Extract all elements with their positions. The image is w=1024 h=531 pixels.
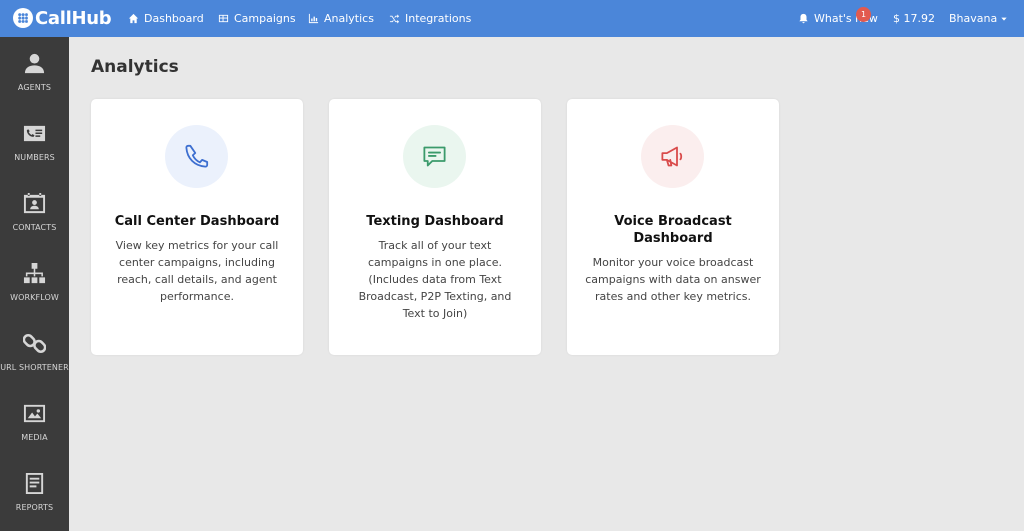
document-icon [25,472,44,495]
link-icon [23,334,46,353]
message-icon-circle [403,125,466,188]
sidebar-label-media: MEDIA [21,433,48,442]
texting-dashboard-card[interactable]: Texting Dashboard Track all of your text… [329,99,541,355]
nav-integrations-label: Integrations [405,12,472,25]
sidebar-item-numbers[interactable]: NUMBERS [0,107,69,177]
grid-icon [218,14,229,23]
sidebar-item-media[interactable]: MEDIA [0,387,69,457]
chart-icon [308,13,319,24]
user-menu[interactable]: Bhavana [949,12,1008,25]
nav-campaigns[interactable]: Campaigns [218,12,296,25]
voice-broadcast-dashboard-card[interactable]: Voice Broadcast Dashboard Monitor your v… [567,99,779,355]
callhub-logo[interactable]: CallHub [13,6,112,30]
sidebar-label-numbers: NUMBERS [14,153,55,162]
user-name: Bhavana [949,12,998,25]
notification-badge: 1 [856,7,871,22]
nav-dashboard[interactable]: Dashboard [128,12,204,25]
phone-card-icon [23,125,46,142]
call-center-dashboard-card[interactable]: Call Center Dashboard View key metrics f… [91,99,303,355]
sidebar-label-contacts: CONTACTS [12,223,57,232]
card-description: Monitor your voice broadcast campaigns w… [585,256,761,303]
card-description: Track all of your text campaigns in one … [358,239,512,320]
agent-icon [24,53,45,74]
sidebar-item-workflow[interactable]: WORKFLOW [0,247,69,317]
megaphone-icon-circle [641,125,704,188]
card-title: Texting Dashboard [366,214,504,229]
nav-analytics-label: Analytics [324,12,374,25]
image-icon [23,404,46,423]
sidebar: AGENTS NUMBERS CONTACTS WORKFLOW URL SHO… [0,37,69,531]
caret-down-icon [1001,17,1007,21]
nav-campaigns-label: Campaigns [234,12,296,25]
message-icon [423,146,446,167]
page-title: Analytics [91,57,179,77]
account-balance: $ 17.92 [893,12,935,25]
sidebar-item-contacts[interactable]: CONTACTS [0,177,69,247]
sidebar-label-workflow: WORKFLOW [10,293,59,302]
card-title: Voice Broadcast Dashboard [614,214,732,246]
sidebar-item-agents[interactable]: AGENTS [0,37,69,107]
home-icon [128,13,139,24]
nav-dashboard-label: Dashboard [144,12,204,25]
shuffle-icon [389,14,400,24]
nav-analytics[interactable]: Analytics [308,12,374,25]
phone-icon-circle [165,125,228,188]
sidebar-label-agents: AGENTS [17,83,52,92]
card-description: View key metrics for your call center ca… [115,239,279,303]
sitemap-icon [23,262,46,284]
megaphone-icon [661,146,683,167]
sidebar-item-reports[interactable]: REPORTS [0,457,69,527]
card-title: Call Center Dashboard [114,214,280,229]
nav-integrations[interactable]: Integrations [389,12,471,25]
sidebar-item-url-shortener[interactable]: URL SHORTENER [0,317,69,387]
sidebar-label-url-shortener: URL SHORTENER [0,363,69,372]
phone-icon [185,144,209,168]
logo-text: CallHub [35,7,112,29]
logo-icon [13,8,33,28]
bell-icon [799,13,808,24]
contact-card-icon [23,192,46,214]
top-navbar: CallHub Dashboard Campaigns Analytics In… [0,0,1024,37]
sidebar-label-reports: REPORTS [15,503,54,512]
